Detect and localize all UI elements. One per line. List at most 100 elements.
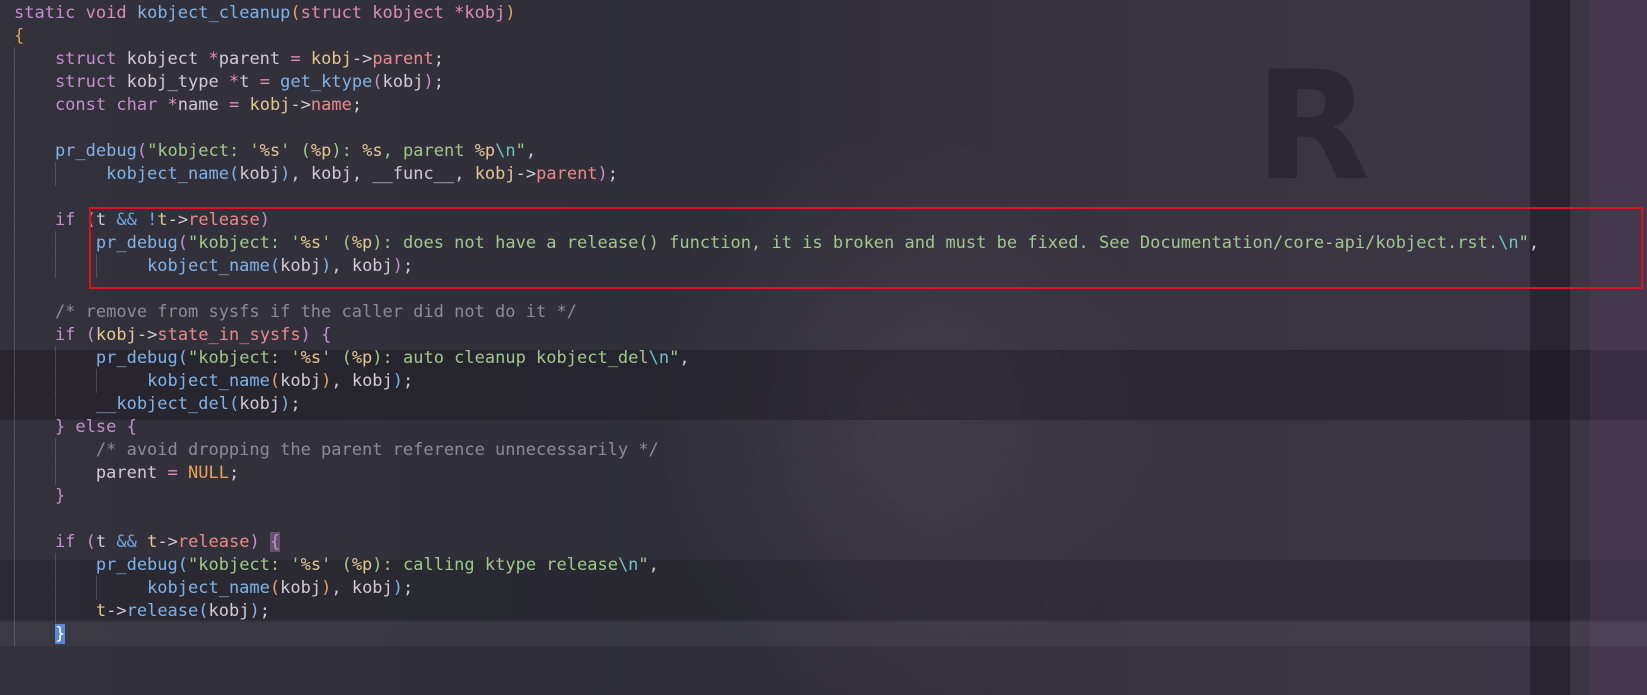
indent-guide: [54, 254, 56, 278]
code-token: __func__: [372, 164, 455, 184]
code-line[interactable]: /* avoid dropping the parent reference u…: [0, 438, 1647, 462]
code-line[interactable]: __kobject_del(kobj);: [0, 392, 1647, 416]
code-text: {: [14, 24, 24, 48]
indent-guide: [14, 415, 15, 439]
code-token: parent: [372, 49, 434, 69]
code-line[interactable]: struct kobject *parent = kobj->parent;: [0, 47, 1647, 71]
code-line[interactable]: static void kobject_cleanup(struct kobje…: [0, 1, 1647, 25]
code-editor[interactable]: R static void kobject_cleanup(struct kob…: [0, 0, 1647, 695]
code-token: struct: [54, 72, 127, 92]
code-line[interactable]: kobject_name(kobj), kobj);: [0, 254, 1647, 278]
code-line[interactable]: [0, 185, 1647, 209]
code-token: ): [280, 164, 291, 184]
code-token: state_in_sysfs: [157, 325, 301, 345]
code-token: else: [75, 417, 127, 437]
code-token: (: [177, 555, 189, 575]
code-line[interactable]: kobject_name(kobj), kobj);: [0, 369, 1647, 393]
code-line[interactable]: pr_debug("kobject: '%s' (%p): does not h…: [0, 231, 1647, 255]
code-token: ,: [331, 578, 352, 598]
code-token: %p: [351, 233, 373, 253]
indent-guide: [14, 139, 15, 163]
code-text: if (t && !t->release): [55, 208, 270, 232]
code-token: %s: [300, 348, 322, 368]
indent-guide: [14, 277, 15, 301]
code-token: *: [208, 49, 219, 69]
code-token: kobj: [474, 164, 516, 184]
code-line[interactable]: [0, 507, 1647, 531]
code-token: %s: [362, 141, 383, 161]
code-token: kobj: [280, 371, 322, 391]
code-token: ): [249, 532, 270, 552]
code-token: (: [177, 348, 189, 368]
code-token: (: [85, 210, 96, 230]
code-line[interactable]: pr_debug("kobject: '%s' (%p): calling kt…: [0, 553, 1647, 577]
code-line[interactable]: if (kobj->state_in_sysfs) {: [0, 323, 1647, 347]
code-token: ->: [136, 325, 158, 345]
code-token: %p: [351, 555, 373, 575]
code-line[interactable]: parent = NULL;: [0, 461, 1647, 485]
code-token: "kobject: ': [188, 555, 301, 575]
code-token: if: [54, 210, 86, 230]
code-token: &&: [116, 210, 148, 230]
code-token: release: [177, 532, 250, 552]
code-token: ->: [351, 49, 373, 69]
code-line[interactable]: [0, 116, 1647, 140]
code-token: ' (: [321, 233, 352, 253]
code-token: t: [95, 532, 117, 552]
code-line[interactable]: }: [0, 484, 1647, 508]
indent-guide: [54, 553, 56, 577]
code-token: ' (: [321, 348, 352, 368]
code-line[interactable]: } else {: [0, 415, 1647, 439]
code-line[interactable]: /* remove from sysfs if the caller did n…: [0, 300, 1647, 324]
code-line[interactable]: pr_debug("kobject: '%s' (%p): auto clean…: [0, 346, 1647, 370]
code-token: ,: [679, 348, 690, 368]
code-token: kobj: [239, 394, 281, 414]
code-token: kobj: [280, 256, 322, 276]
code-line[interactable]: t->release(kobj);: [0, 599, 1647, 623]
code-line[interactable]: kobject_name(kobj), kobj, __func__, kobj…: [0, 162, 1647, 186]
indent-guide: [54, 369, 56, 393]
code-token: kobj: [95, 325, 137, 345]
code-line[interactable]: pr_debug("kobject: '%s' (%p): %s, parent…: [0, 139, 1647, 163]
code-line[interactable]: kobject_name(kobj), kobj);: [0, 576, 1647, 600]
code-token: ,: [648, 555, 659, 575]
code-line[interactable]: if (t && t->release) {: [0, 530, 1647, 554]
code-token: =: [228, 95, 250, 115]
indent-guide: [14, 93, 15, 117]
code-token: ;: [403, 371, 414, 391]
indent-guide: [54, 392, 56, 416]
code-token: __kobject_del: [95, 394, 229, 414]
code-line[interactable]: [0, 277, 1647, 301]
code-text: pr_debug("kobject: '%s' (%p): calling kt…: [96, 553, 659, 577]
code-token: ' (: [280, 141, 311, 161]
code-line[interactable]: {: [0, 24, 1647, 48]
indent-guide: [54, 576, 56, 600]
code-token: (: [85, 325, 96, 345]
code-token: ): [392, 256, 404, 276]
code-token: ,: [525, 141, 537, 161]
indent-guide: [14, 208, 15, 232]
code-line[interactable]: struct kobj_type *t = get_ktype(kobj);: [0, 70, 1647, 94]
code-token: name: [177, 95, 229, 115]
code-token: release: [188, 210, 260, 230]
code-token: , parent: [382, 141, 475, 161]
code-token: {: [269, 532, 281, 552]
code-line[interactable]: const char *name = kobj->name;: [0, 93, 1647, 117]
indent-guide: [95, 369, 97, 393]
code-token: {: [126, 417, 137, 437]
code-token: "kobject: ': [188, 348, 301, 368]
code-line[interactable]: if (t && !t->release): [0, 208, 1647, 232]
code-line[interactable]: }: [0, 622, 1647, 646]
indent-guide: [95, 254, 97, 278]
code-token: char: [116, 95, 168, 115]
code-token: NULL: [188, 463, 229, 483]
code-token: ;: [290, 394, 301, 414]
code-token: \n: [495, 141, 516, 161]
code-token: pr_debug: [95, 555, 178, 575]
code-token: ;: [607, 164, 619, 184]
code-token: ;: [433, 49, 444, 69]
code-text: kobject_name(kobj), kobj);: [147, 254, 413, 278]
code-text: /* remove from sysfs if the caller did n…: [55, 300, 577, 324]
code-token: (: [136, 141, 148, 161]
indent-guide: [54, 231, 56, 255]
